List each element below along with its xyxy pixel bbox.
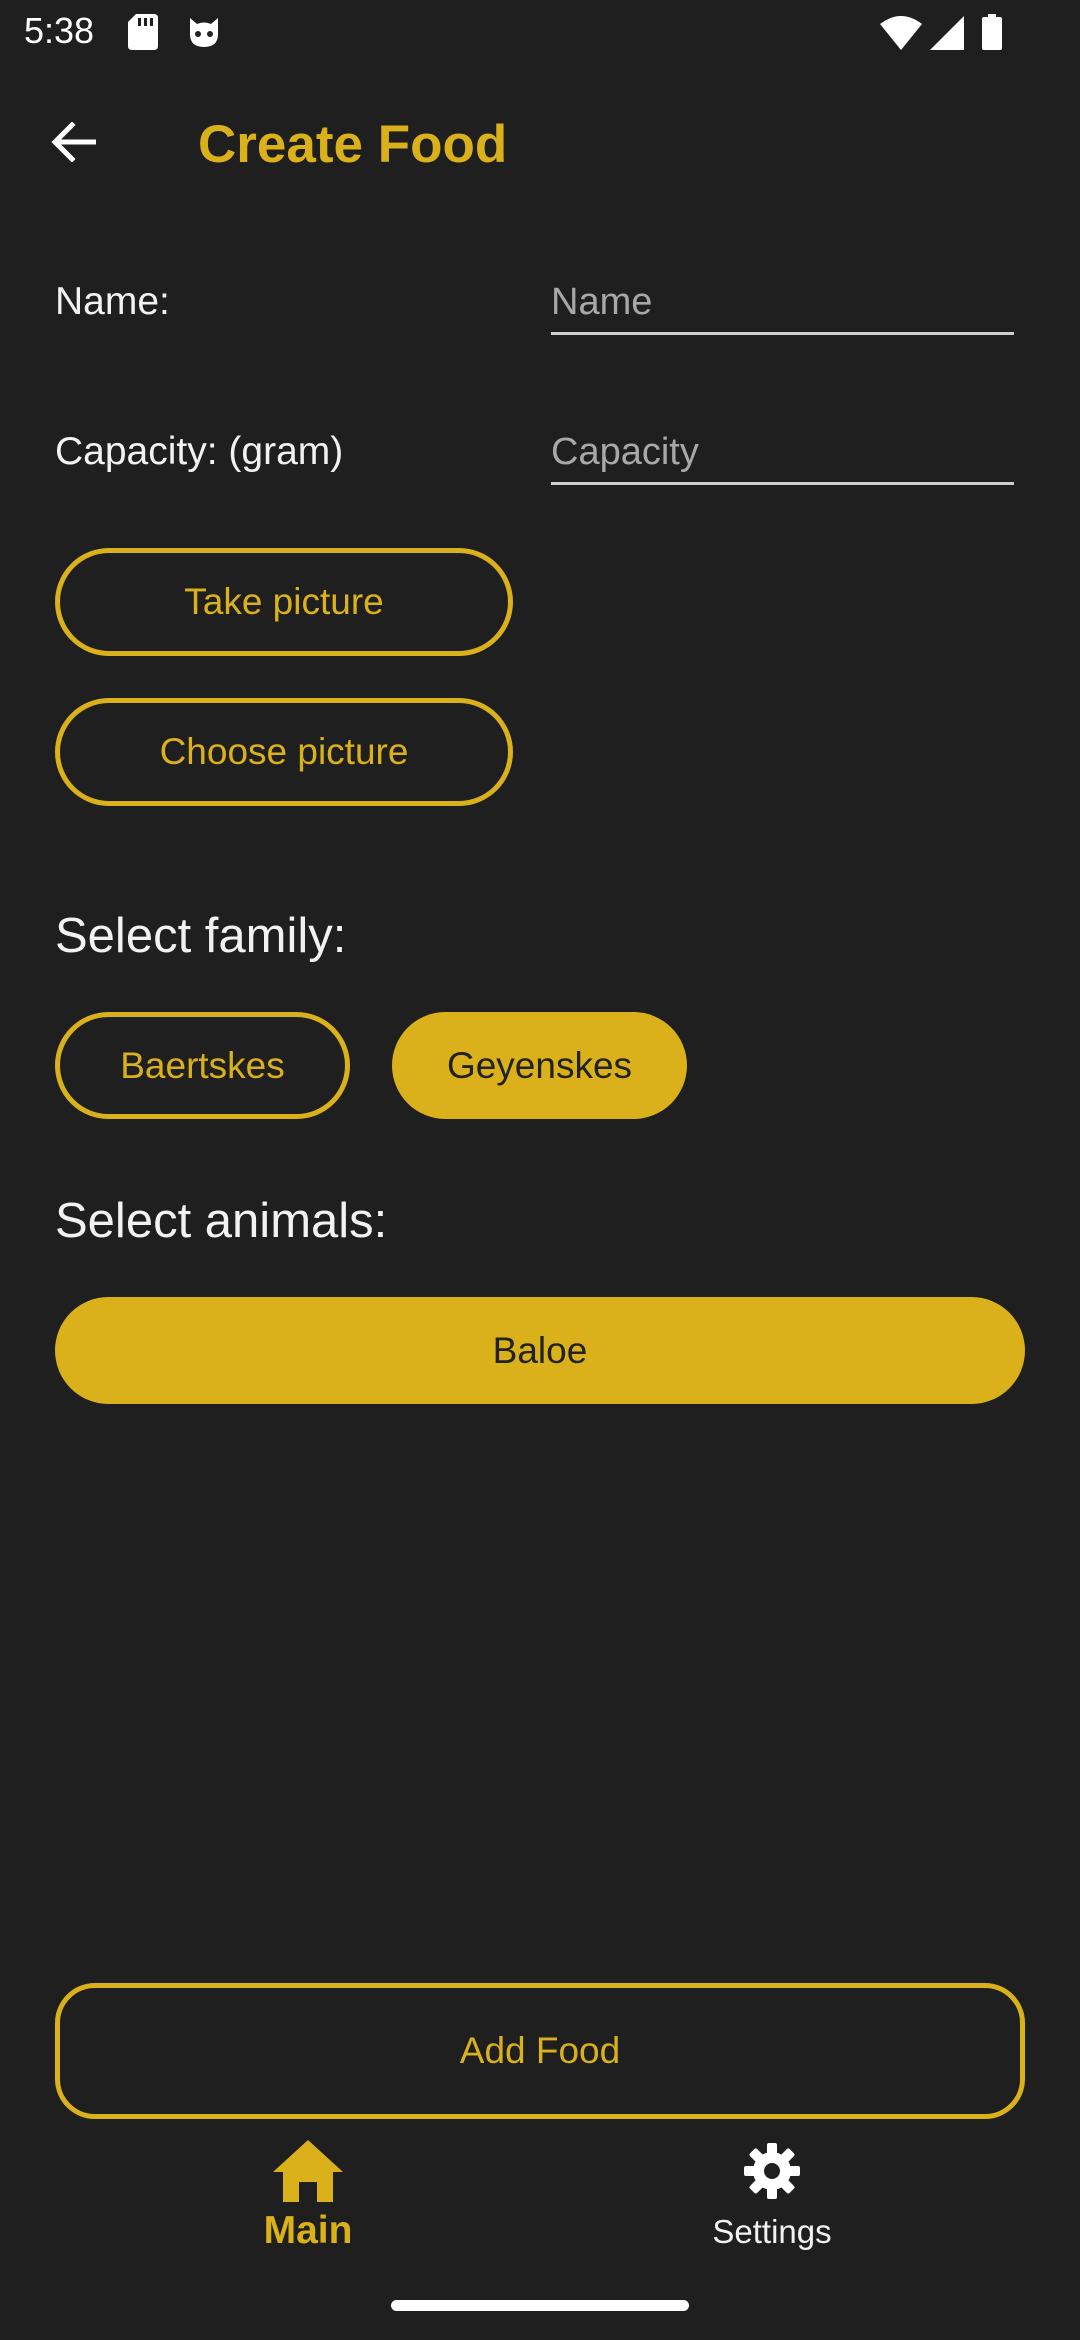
back-button[interactable] bbox=[36, 116, 112, 172]
nav-item-main[interactable]: Main bbox=[158, 2130, 458, 2260]
nav-item-label: Settings bbox=[712, 2213, 832, 2250]
add-food-button[interactable]: Add Food bbox=[55, 1983, 1025, 2119]
choose-picture-label: Choose picture bbox=[159, 731, 409, 772]
battery-icon bbox=[982, 14, 1002, 55]
sd-card-icon bbox=[128, 14, 158, 55]
select-animals-heading: Select animals: bbox=[55, 1194, 388, 1248]
cat-icon bbox=[186, 14, 222, 55]
status-time: 5:38 bbox=[24, 10, 95, 51]
take-picture-label: Take picture bbox=[184, 581, 384, 622]
nav-item-label: Main bbox=[263, 2209, 353, 2252]
family-option-baertskes[interactable]: Baertskes bbox=[55, 1012, 350, 1119]
family-option-geyenskes[interactable]: Geyenskes bbox=[392, 1012, 687, 1119]
choose-picture-button[interactable]: Choose picture bbox=[55, 698, 513, 806]
select-family-heading: Select family: bbox=[55, 909, 347, 963]
family-option-label: Geyenskes bbox=[446, 1044, 633, 1086]
nav-item-settings[interactable]: Settings bbox=[622, 2130, 922, 2260]
status-bar: 5:38 bbox=[0, 0, 1080, 66]
home-icon bbox=[272, 2135, 344, 2207]
create-food-screen: 5:38 Create Food Name: Name Capacity: (g… bbox=[0, 0, 1080, 2340]
animal-option-baloe[interactable]: Baloe bbox=[55, 1297, 1025, 1404]
bottom-navigation: Main Settings bbox=[0, 2130, 1080, 2260]
name-label: Name: bbox=[55, 280, 170, 323]
capacity-input[interactable] bbox=[551, 422, 1014, 485]
add-food-label: Add Food bbox=[459, 2030, 621, 2071]
app-bar: Create Food bbox=[0, 96, 1080, 192]
page-title: Create Food bbox=[198, 115, 508, 174]
family-option-label: Baertskes bbox=[120, 1044, 285, 1086]
wifi-icon bbox=[880, 16, 922, 55]
home-indicator[interactable] bbox=[391, 2300, 689, 2311]
animal-option-label: Baloe bbox=[492, 1329, 588, 1371]
name-input[interactable] bbox=[551, 272, 1014, 335]
take-picture-button[interactable]: Take picture bbox=[55, 548, 513, 656]
capacity-label: Capacity: (gram) bbox=[55, 430, 344, 473]
signal-icon bbox=[930, 16, 964, 55]
arrow-back-icon bbox=[50, 120, 98, 167]
gear-icon bbox=[743, 2135, 801, 2207]
